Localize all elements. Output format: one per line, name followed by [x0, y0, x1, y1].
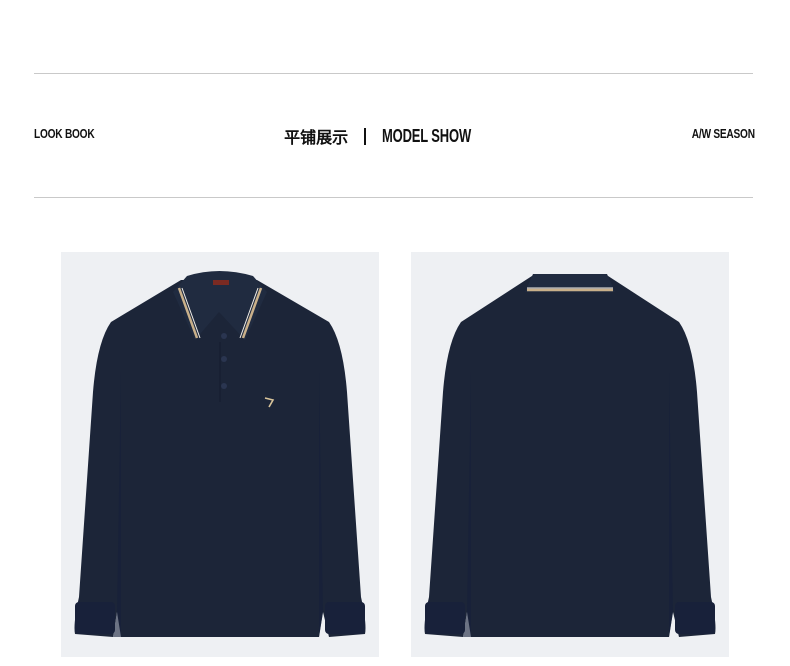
- polo-back-illustration: [424, 274, 716, 637]
- polo-front-illustration: [74, 271, 366, 637]
- section-title-chinese: 平铺展示: [284, 130, 349, 147]
- polo-front-image[interactable]: [61, 252, 379, 657]
- title-separator: [364, 127, 367, 145]
- bottom-divider: [34, 197, 753, 198]
- polo-back-image[interactable]: [411, 252, 729, 657]
- section-title-english: MODEL SHOW: [382, 125, 472, 146]
- top-divider: [34, 73, 753, 74]
- section-title: 平铺展示 MODEL SHOW: [0, 124, 790, 148]
- season-label: A/W SEASON: [691, 126, 755, 141]
